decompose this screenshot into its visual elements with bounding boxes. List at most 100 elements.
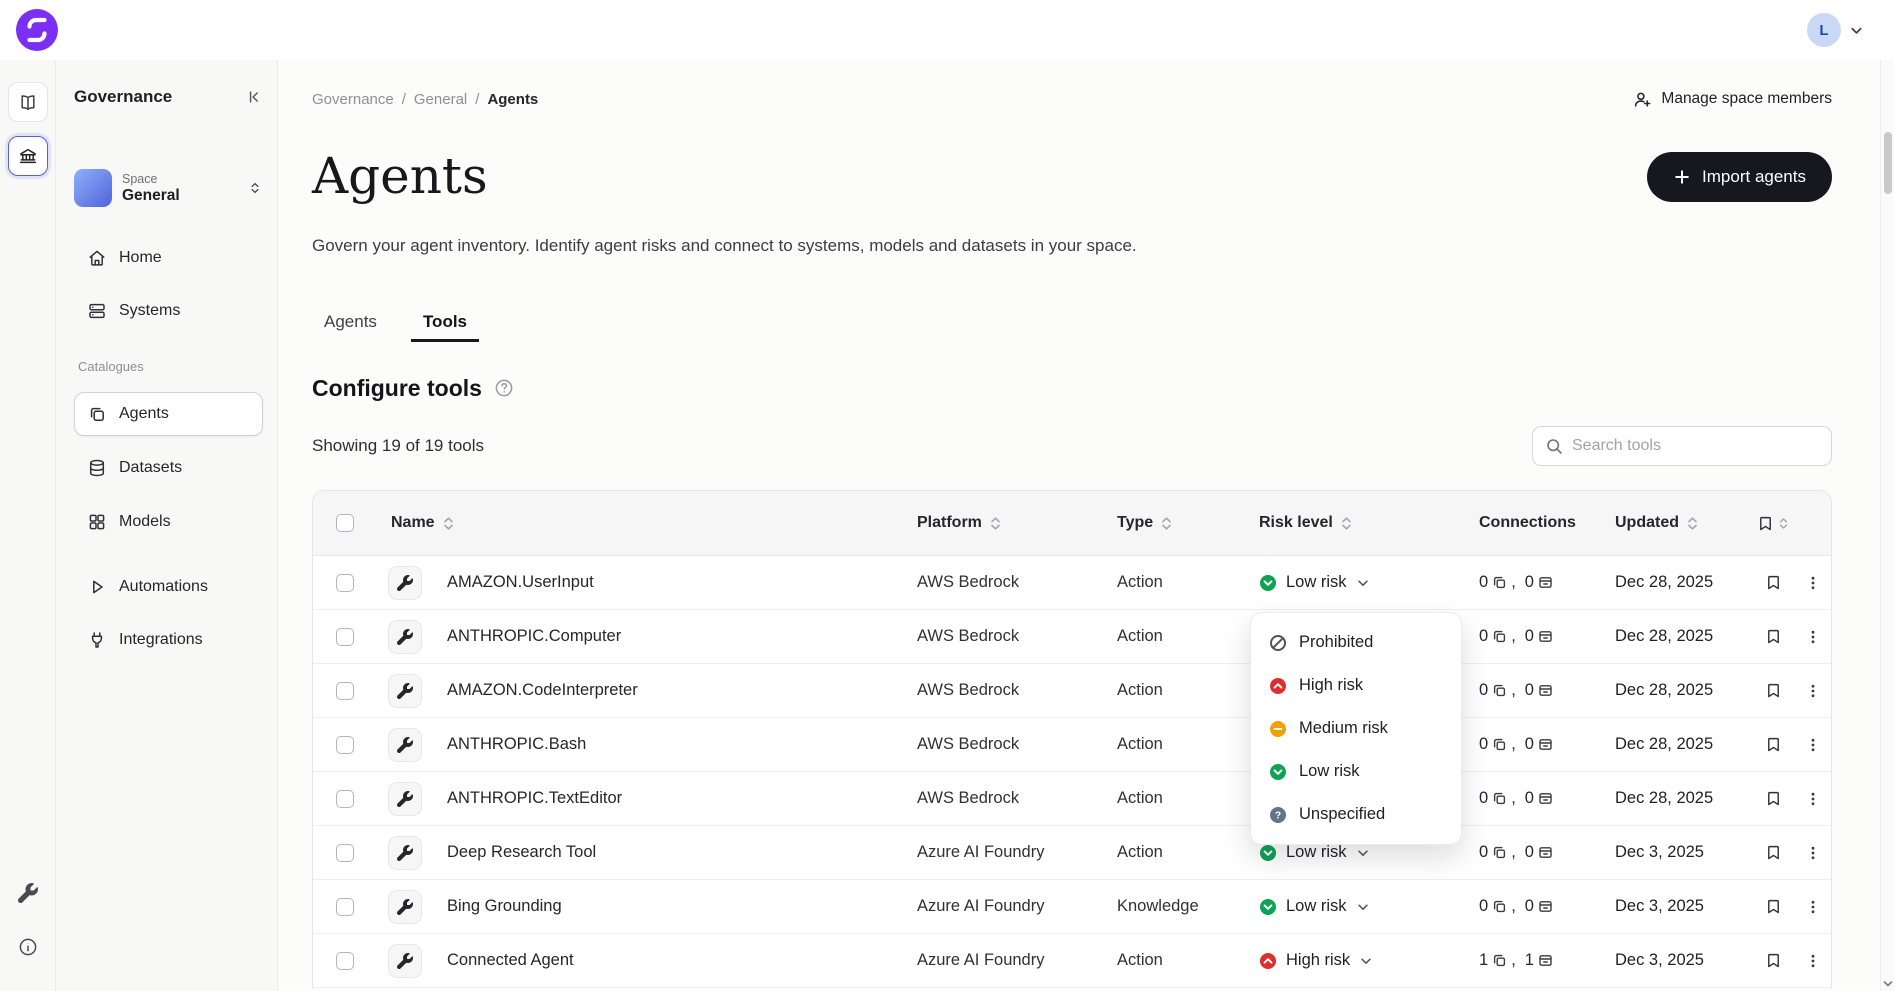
bookmark-button[interactable] xyxy=(1761,948,1786,973)
wrench-icon xyxy=(397,575,413,591)
import-agents-button[interactable]: Import agents xyxy=(1647,152,1832,202)
bookmark-button[interactable] xyxy=(1761,786,1786,811)
tool-avatar xyxy=(388,566,422,600)
risk-level-dropdown[interactable]: Low risk xyxy=(1251,897,1370,916)
risk-menu-item-low[interactable]: Low risk xyxy=(1259,750,1453,793)
tool-name[interactable]: Connected Agent xyxy=(433,951,917,970)
row-checkbox[interactable] xyxy=(336,790,354,808)
select-all-checkbox[interactable] xyxy=(336,514,354,532)
manage-space-members-button[interactable]: Manage space members xyxy=(1633,90,1832,109)
collapse-sidebar-button[interactable] xyxy=(245,88,263,106)
info-button[interactable] xyxy=(18,937,38,957)
row-menu-button[interactable] xyxy=(1801,625,1825,649)
column-header-platform[interactable]: Platform xyxy=(917,514,1117,532)
tool-name[interactable]: ANTHROPIC.Bash xyxy=(433,735,917,754)
connections-count-2: 0 xyxy=(1525,789,1534,808)
column-header-name[interactable]: Name xyxy=(377,514,917,532)
row-menu-button[interactable] xyxy=(1801,679,1825,703)
row-checkbox[interactable] xyxy=(336,628,354,646)
help-button[interactable] xyxy=(494,378,514,398)
tool-name[interactable]: ANTHROPIC.Computer xyxy=(433,627,917,646)
row-menu-button[interactable] xyxy=(1801,733,1825,757)
library-rail-button[interactable] xyxy=(8,82,48,122)
column-header-connections: Connections xyxy=(1467,514,1603,532)
row-menu-button[interactable] xyxy=(1801,949,1825,973)
sidebar-item-agents[interactable]: Agents xyxy=(74,392,263,436)
bookmark-button[interactable] xyxy=(1761,570,1786,595)
row-checkbox[interactable] xyxy=(336,736,354,754)
risk-level-dropdown[interactable]: Low risk xyxy=(1251,843,1370,862)
tool-name[interactable]: ANTHROPIC.TextEditor xyxy=(433,789,917,808)
column-header-bookmark[interactable] xyxy=(1753,515,1793,532)
tool-avatar xyxy=(388,944,422,978)
breadcrumb-item[interactable]: Governance xyxy=(312,91,394,108)
tab-tools[interactable]: Tools xyxy=(411,304,479,342)
row-checkbox[interactable] xyxy=(336,844,354,862)
brand-logo-icon[interactable] xyxy=(16,9,58,51)
column-header-risk[interactable]: Risk level xyxy=(1251,514,1467,532)
search-input[interactable] xyxy=(1572,437,1819,455)
column-header-updated[interactable]: Updated xyxy=(1603,514,1753,532)
bookmark-button[interactable] xyxy=(1761,732,1786,757)
admin-tools-button[interactable] xyxy=(18,883,38,903)
row-menu-button[interactable] xyxy=(1801,571,1825,595)
tool-name[interactable]: AMAZON.UserInput xyxy=(433,573,917,592)
wrench-icon xyxy=(397,845,413,861)
bookmark-button[interactable] xyxy=(1761,840,1786,865)
vertical-scrollbar[interactable] xyxy=(1880,60,1894,991)
svg-text:?: ? xyxy=(1275,810,1281,821)
scrollbar-thumb[interactable] xyxy=(1884,132,1892,194)
table-body: AMAZON.UserInputAWS BedrockActionLow ris… xyxy=(313,556,1831,988)
tool-name[interactable]: AMAZON.CodeInterpreter xyxy=(433,681,917,700)
risk-menu-item-prohibited[interactable]: Prohibited xyxy=(1259,621,1453,664)
risk-menu-item-high[interactable]: High risk xyxy=(1259,664,1453,707)
breadcrumb-item[interactable]: General xyxy=(414,91,467,108)
row-checkbox[interactable] xyxy=(336,574,354,592)
sidebar-item-integrations[interactable]: Integrations xyxy=(74,618,263,662)
column-header-type[interactable]: Type xyxy=(1117,514,1251,532)
kebab-icon xyxy=(1805,629,1821,645)
user-avatar[interactable]: L xyxy=(1807,13,1841,47)
sidebar-item-datasets[interactable]: Datasets xyxy=(74,446,263,490)
account-menu[interactable]: L xyxy=(1807,13,1864,47)
tab-agents[interactable]: Agents xyxy=(312,304,389,342)
bookmark-button[interactable] xyxy=(1761,678,1786,703)
sidebar-item-models[interactable]: Models xyxy=(74,500,263,544)
row-menu-button[interactable] xyxy=(1801,787,1825,811)
risk-menu-item-medium[interactable]: Medium risk xyxy=(1259,707,1453,750)
breadcrumb: Governance / General / Agents xyxy=(312,91,538,108)
sidebar-item-automations[interactable]: Automations xyxy=(74,565,263,609)
tool-name[interactable]: Deep Research Tool xyxy=(433,843,917,862)
risk-level-dropdown[interactable]: High risk xyxy=(1251,951,1373,970)
tool-risk-cell: High risk xyxy=(1251,951,1467,970)
row-checkbox[interactable] xyxy=(336,898,354,916)
row-checkbox[interactable] xyxy=(336,682,354,700)
space-selector[interactable]: Space General xyxy=(74,166,263,210)
scroll-down-arrow-icon[interactable] xyxy=(1882,979,1894,989)
tool-avatar xyxy=(388,620,422,654)
row-checkbox[interactable] xyxy=(336,952,354,970)
systems-count-icon xyxy=(1538,575,1553,590)
row-menu-button[interactable] xyxy=(1801,895,1825,919)
table-header: Name Platform Type Risk level Connection… xyxy=(313,491,1831,556)
sort-icon xyxy=(1340,516,1353,531)
sidebar-item-home[interactable]: Home xyxy=(74,236,263,280)
tool-avatar xyxy=(388,890,422,924)
tool-name[interactable]: Bing Grounding xyxy=(433,897,917,916)
risk-menu-item-unspecified[interactable]: ?Unspecified xyxy=(1259,793,1453,836)
risk-level-dropdown[interactable]: Low risk xyxy=(1251,573,1370,592)
governance-rail-button[interactable] xyxy=(8,136,48,176)
row-menu-button[interactable] xyxy=(1801,841,1825,865)
table-row: ANTHROPIC.TextEditorAWS BedrockAction0,0… xyxy=(313,772,1831,826)
sidebar-item-systems[interactable]: Systems xyxy=(74,289,263,333)
bookmark-button[interactable] xyxy=(1761,894,1786,919)
bookmark-button[interactable] xyxy=(1761,624,1786,649)
bookmark-icon xyxy=(1765,574,1782,591)
bookmark-icon xyxy=(1765,682,1782,699)
catalogues-section-label: Catalogues xyxy=(78,359,263,375)
connections-count-2: 0 xyxy=(1525,897,1534,916)
tool-platform: AWS Bedrock xyxy=(917,627,1117,646)
sort-icon xyxy=(989,516,1002,531)
tool-type: Action xyxy=(1117,573,1251,592)
tool-type: Knowledge xyxy=(1117,897,1251,916)
